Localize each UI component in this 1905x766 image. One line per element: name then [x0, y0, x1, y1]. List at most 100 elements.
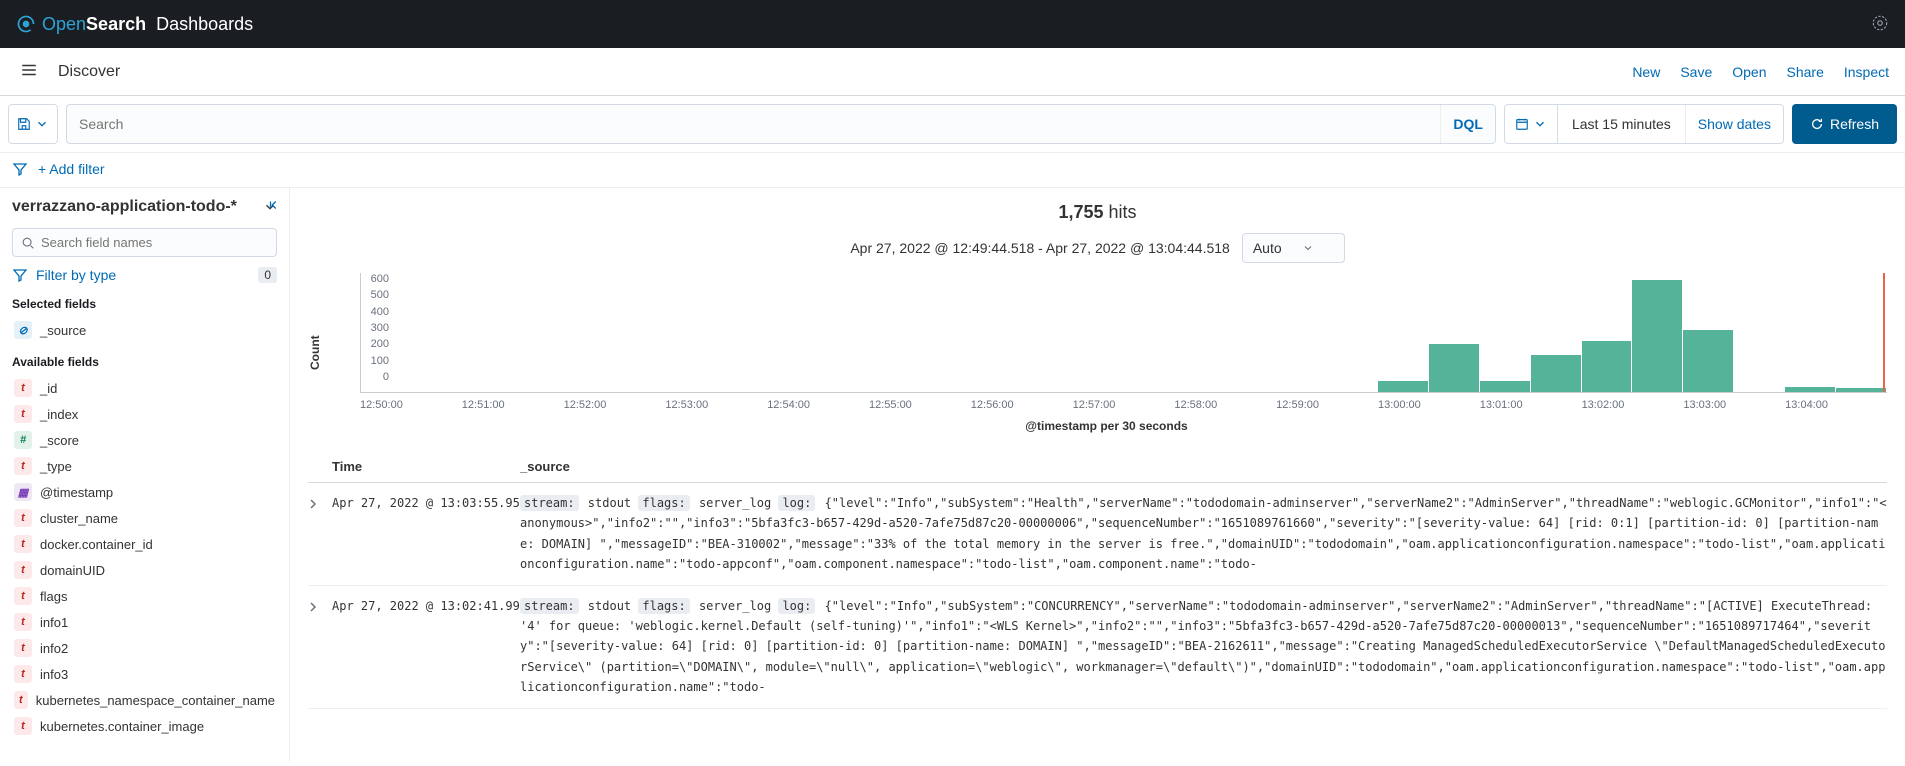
hits-count: 1,755	[1058, 202, 1103, 222]
x-tick: 12:51:00	[462, 399, 564, 411]
now-marker	[1883, 273, 1885, 392]
histogram-bar[interactable]	[1429, 344, 1479, 392]
field-item[interactable]: #_score	[12, 427, 277, 453]
field-item[interactable]: ▦@timestamp	[12, 479, 277, 505]
interval-value: Auto	[1253, 240, 1282, 256]
x-tick: 13:01:00	[1480, 399, 1582, 411]
action-new[interactable]: New	[1632, 64, 1660, 80]
field-search-input[interactable]	[41, 235, 268, 250]
opensearch-logo-icon	[16, 14, 36, 34]
filter-bar: + Add filter	[0, 153, 1905, 188]
filter-menu-icon[interactable]	[12, 161, 28, 177]
field-name: _source	[40, 323, 86, 338]
field-item[interactable]: t info2	[12, 635, 277, 661]
table-row: Apr 27, 2022 @ 13:03:55.954stream: stdou…	[308, 483, 1887, 586]
collapse-sidebar-icon[interactable]	[267, 198, 281, 217]
expand-row-icon[interactable]	[308, 596, 332, 618]
chevron-down-icon	[1302, 242, 1314, 254]
histogram-bar[interactable]	[1785, 387, 1835, 393]
x-tick: 12:54:00	[767, 399, 869, 411]
histogram-bar[interactable]	[1378, 381, 1428, 392]
time-range-label[interactable]: Last 15 minutes	[1558, 105, 1685, 143]
y-axis-label: Count	[308, 273, 322, 433]
field-item[interactable]: t_id	[12, 375, 277, 401]
field-name: _index	[40, 407, 78, 422]
filter-by-type-label: Filter by type	[36, 267, 116, 283]
field-token-icon: t	[14, 587, 32, 605]
field-token-icon: t	[14, 665, 32, 683]
nav-toggle-icon[interactable]	[16, 57, 42, 86]
histogram-bar[interactable]	[1836, 388, 1886, 392]
row-timestamp: Apr 27, 2022 @ 13:03:55.954	[332, 493, 520, 513]
field-token-icon: t	[14, 535, 32, 553]
show-dates-button[interactable]: Show dates	[1685, 105, 1783, 143]
field-name: info2	[40, 641, 68, 656]
quick-select-button[interactable]	[1505, 105, 1558, 143]
x-axis-label: @timestamp per 30 seconds	[326, 419, 1887, 433]
field-token-icon: t	[14, 405, 32, 423]
action-share[interactable]: Share	[1787, 64, 1824, 80]
add-filter-button[interactable]: + Add filter	[38, 161, 105, 177]
brand-open: Open	[42, 14, 86, 34]
interval-select[interactable]: Auto	[1242, 233, 1345, 263]
field-item[interactable]: t_type	[12, 453, 277, 479]
field-item[interactable]: tinfo3	[12, 661, 277, 687]
field-token-icon: t	[14, 717, 32, 735]
hits-summary: 1,755 hits	[308, 202, 1887, 223]
field-item[interactable]: tdomainUID	[12, 557, 277, 583]
field-item[interactable]: tcluster_name	[12, 505, 277, 531]
index-pattern-select[interactable]: verrazzano-application-todo-*	[12, 198, 277, 216]
document-table: Time _source Apr 27, 2022 @ 13:03:55.954…	[308, 453, 1887, 709]
expand-row-icon[interactable]	[308, 493, 332, 515]
action-save[interactable]: Save	[1680, 64, 1712, 80]
header-help-icon[interactable]	[1871, 14, 1889, 35]
refresh-label: Refresh	[1830, 116, 1879, 132]
refresh-button[interactable]: Refresh	[1792, 104, 1897, 144]
selected-fields-label: Selected fields	[12, 297, 277, 311]
date-picker: Last 15 minutes Show dates	[1504, 104, 1784, 144]
app-actions: New Save Open Share Inspect	[1632, 64, 1889, 80]
filter-by-type-button[interactable]: Filter by type 0	[12, 267, 277, 283]
hits-label: hits	[1109, 202, 1137, 222]
col-header-source[interactable]: _source	[520, 459, 1887, 474]
x-tick: 12:53:00	[665, 399, 767, 411]
row-source: stream: stdout flags: server_log log: {"…	[520, 493, 1887, 575]
field-token-icon: t	[14, 509, 32, 527]
index-pattern-name: verrazzano-application-todo-*	[12, 198, 237, 216]
x-tick: 13:04:00	[1785, 399, 1887, 411]
field-item[interactable]: ⊘_source	[12, 317, 277, 343]
col-header-time[interactable]: Time	[332, 459, 520, 474]
histogram-bar[interactable]	[1582, 341, 1632, 392]
histogram-chart[interactable]: Count 6005004003002001000 12:50:0012:51:…	[308, 273, 1887, 433]
histogram-bar[interactable]	[1683, 330, 1733, 392]
field-item[interactable]: tkubernetes_namespace_container_name	[12, 687, 277, 713]
field-item[interactable]: tinfo1	[12, 609, 277, 635]
histogram-bar[interactable]	[1531, 355, 1581, 392]
query-bar: DQL Last 15 minutes Show dates Refresh	[0, 96, 1905, 153]
x-tick: 12:57:00	[1073, 399, 1175, 411]
field-item[interactable]: tflags	[12, 583, 277, 609]
field-name: _type	[40, 459, 72, 474]
histogram-bar[interactable]	[1632, 280, 1682, 392]
field-token-icon: t	[14, 613, 32, 631]
saved-queries-button[interactable]	[8, 104, 58, 144]
filter-count-badge: 0	[258, 267, 277, 283]
calendar-icon	[1515, 117, 1529, 131]
field-item[interactable]: tdocker.container_id	[12, 531, 277, 557]
source-key: stream:	[520, 495, 579, 511]
row-source: stream: stdout flags: server_log log: {"…	[520, 596, 1887, 698]
histogram-bar[interactable]	[1480, 381, 1530, 392]
search-input[interactable]	[67, 105, 1440, 143]
x-tick: 12:58:00	[1174, 399, 1276, 411]
field-item[interactable]: tkubernetes.container_image	[12, 713, 277, 739]
field-token-icon: t	[14, 639, 32, 657]
field-token-icon: t	[14, 379, 32, 397]
action-open[interactable]: Open	[1732, 64, 1766, 80]
query-language-toggle[interactable]: DQL	[1440, 105, 1495, 143]
field-name: @timestamp	[40, 485, 113, 500]
field-name: flags	[40, 589, 67, 604]
x-tick: 13:03:00	[1683, 399, 1785, 411]
action-inspect[interactable]: Inspect	[1844, 64, 1889, 80]
field-item[interactable]: t _index	[12, 401, 277, 427]
brand-logo[interactable]: OpenSearch Dashboards	[16, 14, 253, 35]
